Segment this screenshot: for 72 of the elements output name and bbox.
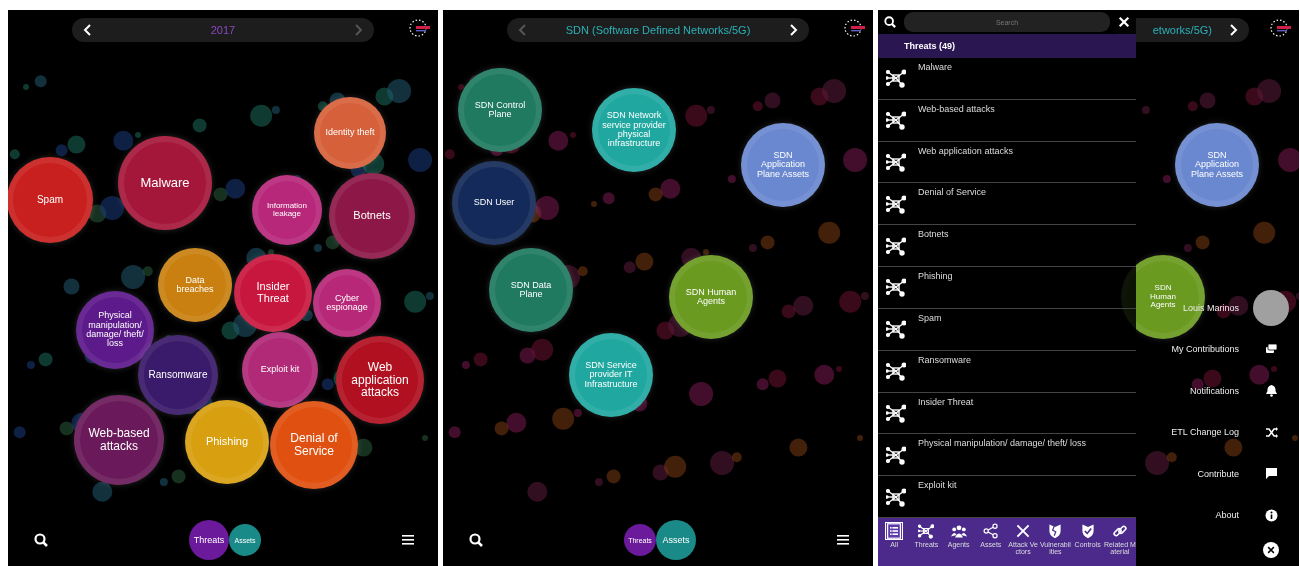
topic-bubble[interactable]: Exploit kit <box>242 332 318 408</box>
list-item[interactable]: Denial of Service <box>878 183 1136 226</box>
network-icon <box>886 319 906 340</box>
menu-item-icon <box>1264 342 1278 356</box>
menu-item-icon <box>1264 508 1278 522</box>
list-item[interactable]: Malware <box>878 58 1136 100</box>
mode-toggle[interactable]: Assets <box>656 520 696 560</box>
chevron-icon <box>1229 24 1238 36</box>
screen-title: etworks/5G) <box>1152 24 1212 36</box>
network-icon <box>886 193 906 214</box>
topic-bubble[interactable]: Physical manipulation/ damage/ theft/ loss <box>76 291 154 369</box>
list-header: Threats (49) <box>878 34 1136 58</box>
menu-item[interactable]: Notifications <box>1189 370 1289 412</box>
screen-title: SDN (Software Defined Networks/5G) <box>565 24 751 36</box>
close-button[interactable] <box>1263 542 1279 558</box>
network-icon <box>886 361 906 382</box>
list-item[interactable]: Physical manipulation/ damage/ theft/ loss <box>878 434 1136 477</box>
network-icon <box>886 68 906 89</box>
menu-item-icon <box>1264 384 1278 398</box>
topic-bubble[interactable]: Malware <box>118 136 212 230</box>
close-icon <box>1267 546 1275 554</box>
search-icon[interactable] <box>34 533 48 547</box>
topic-bubble[interactable]: Cyber espionage <box>313 269 381 337</box>
topic-bubble[interactable]: SDN Data Plane <box>489 248 573 332</box>
menu-item-icon <box>1264 425 1278 439</box>
list-item[interactable]: Botnets <box>878 225 1136 268</box>
network-icon <box>886 486 906 507</box>
list-item[interactable]: Ransomware <box>878 350 1136 393</box>
chevron-icon <box>518 24 527 36</box>
topic-bubble[interactable]: SDN Control Plane <box>458 68 542 152</box>
logo-icon <box>843 18 867 38</box>
network-icon <box>886 152 906 173</box>
menu-item-icon <box>1264 467 1278 481</box>
menu-icon[interactable] <box>402 534 414 546</box>
avatar <box>1253 289 1289 326</box>
topic-bubble[interactable]: Web-based attacks <box>74 395 164 485</box>
topic-bubble[interactable]: Identity theft <box>314 97 386 169</box>
chevron-icon <box>354 24 363 36</box>
menu-item[interactable]: ETL Change Log <box>1171 411 1289 453</box>
topic-bubble[interactable]: Information leakage <box>252 175 322 245</box>
network-icon <box>886 110 906 131</box>
search-icon[interactable] <box>884 16 896 28</box>
mode-toggle[interactable]: Threats <box>189 520 229 560</box>
chevron-icon <box>789 24 798 36</box>
network-icon <box>886 277 906 298</box>
network-icon <box>886 402 906 423</box>
topic-bubble[interactable]: Insider Threat <box>234 254 312 332</box>
topic-bubble[interactable]: Spam <box>8 157 93 243</box>
menu-item[interactable]: About <box>1215 494 1289 536</box>
network-icon <box>886 235 906 256</box>
chevron-icon <box>83 24 92 36</box>
topic-bubble[interactable]: SDN User <box>452 161 536 245</box>
topic-bubble[interactable]: Denial of Service <box>270 401 358 489</box>
topic-bubble[interactable]: Web application attacks <box>336 336 424 424</box>
logo-icon <box>1269 18 1293 38</box>
list-item[interactable]: Exploit kit <box>878 476 1136 518</box>
list-item[interactable]: Web application attacks <box>878 141 1136 184</box>
list-item[interactable]: Phishing <box>878 267 1136 309</box>
category-icon <box>981 522 1000 540</box>
search-icon[interactable] <box>469 533 483 547</box>
screen-title: 2017 <box>210 24 236 36</box>
list-item[interactable]: Spam <box>878 308 1136 351</box>
network-icon <box>886 444 906 465</box>
close-icon[interactable] <box>1118 16 1130 28</box>
logo-icon <box>408 18 432 38</box>
category-icon <box>917 522 936 540</box>
topic-bubble[interactable]: Botnets <box>329 173 415 259</box>
menu-item[interactable]: Contribute <box>1197 453 1289 495</box>
menu-icon[interactable] <box>837 534 849 546</box>
category-icon <box>885 522 904 540</box>
list-item[interactable]: Insider Threat <box>878 392 1136 435</box>
list-item[interactable]: Web-based attacks <box>878 99 1136 142</box>
